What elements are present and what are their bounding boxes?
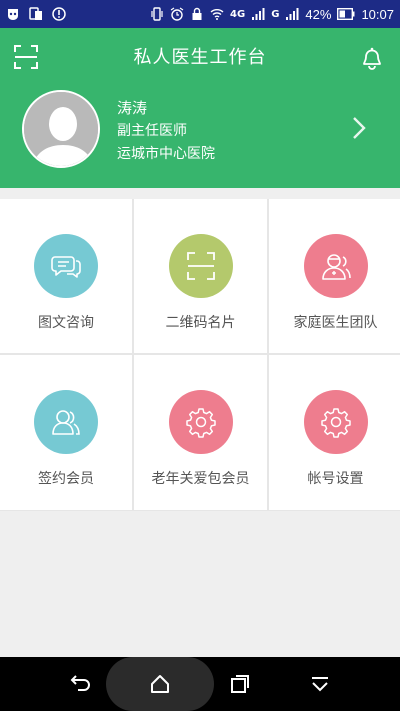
chat-icon	[51, 256, 81, 278]
doctor-profile-card[interactable]: 涛涛 副主任医师 运城市中心医院	[0, 88, 400, 172]
avatar-silhouette-icon	[24, 92, 98, 166]
settings-icon-circle	[303, 390, 368, 454]
status-bar: 4G G 42% 10:07	[0, 0, 400, 28]
avatar	[22, 90, 100, 168]
alarm-icon	[170, 7, 184, 21]
doctor-position: 副主任医师	[117, 123, 187, 139]
hide-nav-chevron-icon[interactable]	[308, 672, 332, 696]
clock: 10:07	[361, 6, 394, 22]
status-left	[6, 7, 66, 21]
function-grid: 图文咨询 二维码名片 家庭医生团队 签约会员 老年关爱包会员 帐号设置	[0, 199, 400, 511]
gear-icon	[185, 408, 216, 438]
lock-icon	[192, 7, 202, 20]
grid-item-label: 家庭医生团队	[293, 315, 378, 331]
app-header: 私人医生工作台 涛涛 副主任医师 运城市中心医院	[0, 28, 400, 188]
back-icon[interactable]	[68, 672, 92, 696]
bell-icon[interactable]	[358, 44, 386, 72]
chevron-right-icon	[353, 117, 366, 139]
grid-item-elderly-care-members[interactable]: 老年关爱包会员	[134, 355, 267, 510]
grid-item-label: 图文咨询	[38, 315, 94, 331]
consult-icon-circle	[34, 234, 98, 298]
grid-item-label: 二维码名片	[165, 315, 236, 331]
grid-item-account-settings[interactable]: 帐号设置	[269, 355, 400, 510]
grid-item-consult[interactable]: 图文咨询	[0, 199, 132, 353]
doctor-name: 涛涛	[117, 99, 148, 117]
grid-item-qrcode[interactable]: 二维码名片	[134, 199, 267, 353]
network-4g-label: 4G	[230, 8, 246, 20]
signal-2-icon	[286, 8, 299, 20]
members-icon-circle	[34, 390, 98, 454]
wifi-icon	[210, 9, 224, 20]
copy-notification-icon	[29, 7, 42, 20]
battery-icon	[337, 8, 355, 20]
grid-item-family-doctor-team[interactable]: 家庭医生团队	[269, 199, 400, 353]
recent-apps-icon[interactable]	[228, 672, 252, 696]
grid-item-label: 帐号设置	[307, 471, 364, 487]
grid-item-label: 签约会员	[38, 471, 94, 487]
vibrate-icon	[151, 7, 163, 21]
doctor-team-icon	[321, 254, 351, 280]
team-icon-circle	[303, 234, 368, 298]
doctor-hospital: 运城市中心医院	[117, 146, 215, 162]
members-icon	[52, 410, 80, 435]
home-icon[interactable]	[148, 672, 172, 696]
system-nav-bar	[0, 657, 400, 711]
qrcode-icon-circle	[168, 234, 233, 298]
gear-icon	[320, 408, 351, 438]
app-notification-icon	[8, 9, 18, 20]
network-g-label: G	[271, 8, 280, 20]
grid-item-label: 老年关爱包会员	[151, 471, 250, 487]
signal-icon	[252, 8, 265, 20]
qr-scan-icon	[186, 252, 215, 280]
alert-icon	[52, 7, 66, 21]
grid-item-signed-members[interactable]: 签约会员	[0, 355, 132, 510]
page-title: 私人医生工作台	[133, 47, 267, 68]
battery-percent: 42%	[305, 6, 332, 22]
status-right: 4G G 42% 10:07	[150, 7, 394, 22]
elderly-care-icon-circle	[168, 390, 233, 454]
